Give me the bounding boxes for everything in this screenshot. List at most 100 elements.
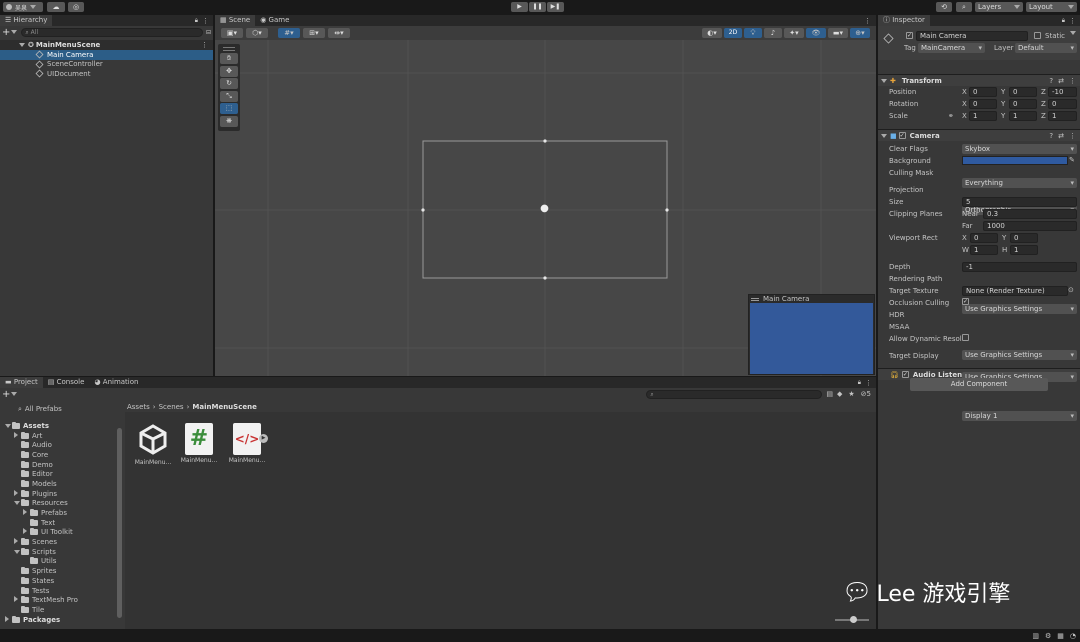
folder-item[interactable]: Assets: [0, 421, 124, 431]
collapsed-arrow-icon[interactable]: [23, 509, 30, 517]
folder-item[interactable]: Sprites: [0, 566, 124, 576]
help-icon[interactable]: ?: [1049, 77, 1053, 85]
play-button[interactable]: ▶: [511, 2, 528, 12]
rotation-z-field[interactable]: 0: [1048, 99, 1077, 109]
project-add-icon[interactable]: +: [2, 389, 10, 400]
depth-field[interactable]: -1: [962, 262, 1077, 272]
folder-item[interactable]: Plugins: [0, 489, 124, 499]
visibility-icon[interactable]: 👁︎: [806, 28, 826, 38]
collapsed-arrow-icon[interactable]: [23, 528, 30, 536]
collapsed-arrow-icon[interactable]: [14, 596, 21, 604]
folder-item[interactable]: Audio: [0, 440, 124, 450]
folder-item[interactable]: Demo: [0, 460, 124, 470]
folder-item[interactable]: Art: [0, 431, 124, 441]
tab-scene[interactable]: ▦ Scene: [215, 15, 256, 26]
search-icon[interactable]: ⌕: [956, 2, 972, 12]
rotate-tool-icon[interactable]: ↻: [220, 78, 238, 89]
target-display-dropdown[interactable]: Display 1: [962, 411, 1077, 421]
camera-enabled-checkbox[interactable]: ✓: [898, 132, 906, 139]
folder-item[interactable]: TextMesh Pro: [0, 595, 124, 605]
collab-icon[interactable]: ◎: [68, 2, 84, 12]
culling-mask-dropdown[interactable]: Everything: [962, 178, 1077, 188]
audio-enabled-checkbox[interactable]: ✓: [901, 371, 909, 378]
component-menu-icon[interactable]: ⋮: [1069, 77, 1076, 85]
link-scale-icon[interactable]: ⚭: [948, 112, 954, 120]
camera-header[interactable]: ■ ✓ Camera ? ⇄ ⋮: [878, 129, 1080, 141]
move-tool-icon[interactable]: ✥: [220, 65, 238, 77]
rotation-x-field[interactable]: 0: [969, 99, 997, 109]
hierarchy-search-input[interactable]: ⌕ All: [21, 27, 203, 37]
project-search-input[interactable]: ⌕: [646, 389, 823, 399]
object-name-field[interactable]: Main Camera: [916, 31, 1028, 41]
audio-toggle-icon[interactable]: ♪: [764, 28, 782, 38]
folder-item[interactable]: States: [0, 576, 124, 586]
breadcrumb-assets[interactable]: Assets: [127, 403, 150, 411]
tree-scrollbar[interactable]: [117, 428, 122, 618]
viewport-x-field[interactable]: 0: [970, 233, 998, 243]
tab-game[interactable]: ◉ Game: [255, 15, 294, 26]
status-progress-icon[interactable]: ▥: [1032, 632, 1039, 640]
active-checkbox[interactable]: ✓: [906, 32, 913, 39]
hierarchy-item-scene-controller[interactable]: SceneController: [0, 60, 213, 70]
expanded-arrow-icon[interactable]: [14, 499, 21, 507]
breadcrumb-scenes[interactable]: Scenes: [159, 403, 184, 411]
layout-dropdown[interactable]: Layout: [1026, 2, 1077, 12]
pivot-dropdown[interactable]: ⬡▾: [246, 28, 268, 38]
hand-tool-icon[interactable]: ✋︎: [220, 53, 238, 64]
history-icon[interactable]: ⟲: [936, 2, 952, 12]
cloud-icon[interactable]: ☁: [47, 2, 65, 12]
collapsed-arrow-icon[interactable]: [14, 489, 21, 498]
layers-dropdown[interactable]: Layers: [975, 2, 1023, 12]
hierarchy-item-main-camera[interactable]: Main Camera: [0, 50, 213, 60]
asset-unity-scene[interactable]: MainMenu...: [133, 423, 173, 466]
size-field[interactable]: 5: [962, 197, 1077, 207]
folder-item[interactable]: Editor: [0, 469, 124, 479]
gizmos-dropdown[interactable]: ⊕▾: [850, 28, 870, 38]
rendering-path-dropdown[interactable]: Use Graphics Settings: [962, 304, 1077, 314]
collapsed-arrow-icon[interactable]: [5, 615, 12, 624]
folder-item[interactable]: Utils: [0, 557, 124, 567]
asset-csharp-script[interactable]: # MainMenu...: [179, 423, 219, 464]
folder-item[interactable]: Text: [0, 518, 124, 528]
dynamic-resolution-checkbox[interactable]: [962, 334, 969, 341]
scene-root-row[interactable]: ✪ MainMenuScene ⋮: [0, 40, 213, 50]
tag-dropdown[interactable]: MainCamera: [918, 43, 985, 53]
far-field[interactable]: 1000: [983, 221, 1077, 231]
transform-tool-icon[interactable]: ❋: [220, 115, 238, 127]
all-prefabs-item[interactable]: ⌕ All Prefabs: [0, 404, 124, 414]
position-z-field[interactable]: -10: [1048, 87, 1077, 97]
transform-header[interactable]: ✚ Transform ? ⇄ ⋮: [878, 74, 1080, 86]
tab-project[interactable]: ▬ Project: [0, 377, 43, 388]
breadcrumb-current[interactable]: MainMenuScene: [192, 403, 256, 411]
scale-x-field[interactable]: 1: [969, 111, 997, 121]
inspector-more-icon[interactable]: ⋮: [1069, 17, 1076, 25]
project-lock-icon[interactable]: 🔒︎: [858, 379, 861, 387]
filter-icon[interactable]: ⊟: [206, 29, 211, 36]
status-cache-icon[interactable]: ▦: [1057, 632, 1064, 640]
shading-dropdown[interactable]: ◐▾: [702, 28, 722, 38]
step-button[interactable]: ▶❚: [547, 2, 564, 12]
hdr-dropdown[interactable]: Use Graphics Settings: [962, 350, 1077, 360]
scene-more-icon[interactable]: ⋮: [864, 17, 871, 25]
favorites-icon[interactable]: ★: [848, 390, 854, 398]
presets-icon[interactable]: ⇄: [1058, 77, 1064, 85]
collapsed-arrow-icon[interactable]: [14, 431, 21, 440]
object-picker-icon[interactable]: ⊙: [1068, 286, 1074, 294]
scale-y-field[interactable]: 1: [1009, 111, 1037, 121]
inspector-lock-icon[interactable]: 🔒︎: [1062, 17, 1065, 25]
hierarchy-item-uidocument[interactable]: UIDocument: [0, 69, 213, 79]
scene-viewport[interactable]: ● ✋︎ ✥ ↻ ⤡ ⬚ ❋ Main Camera: [215, 40, 876, 376]
position-y-field[interactable]: 0: [1009, 87, 1037, 97]
scene-menu-icon[interactable]: ⋮: [201, 41, 208, 49]
increment-snap-button[interactable]: ⇹▾: [328, 28, 350, 38]
static-checkbox[interactable]: [1034, 32, 1041, 39]
viewport-y-field[interactable]: 0: [1010, 233, 1038, 243]
status-debug-icon[interactable]: ⚙: [1045, 632, 1051, 640]
add-component-button[interactable]: Add Component: [910, 378, 1048, 391]
status-lighting-icon[interactable]: ◔: [1070, 632, 1076, 640]
near-field[interactable]: 0.3: [983, 209, 1077, 219]
background-color-swatch[interactable]: [962, 156, 1068, 165]
folder-item[interactable]: Resources: [0, 499, 124, 509]
draw-mode-dropdown[interactable]: ▣▾: [221, 28, 243, 38]
folder-item[interactable]: Tile: [0, 605, 124, 615]
